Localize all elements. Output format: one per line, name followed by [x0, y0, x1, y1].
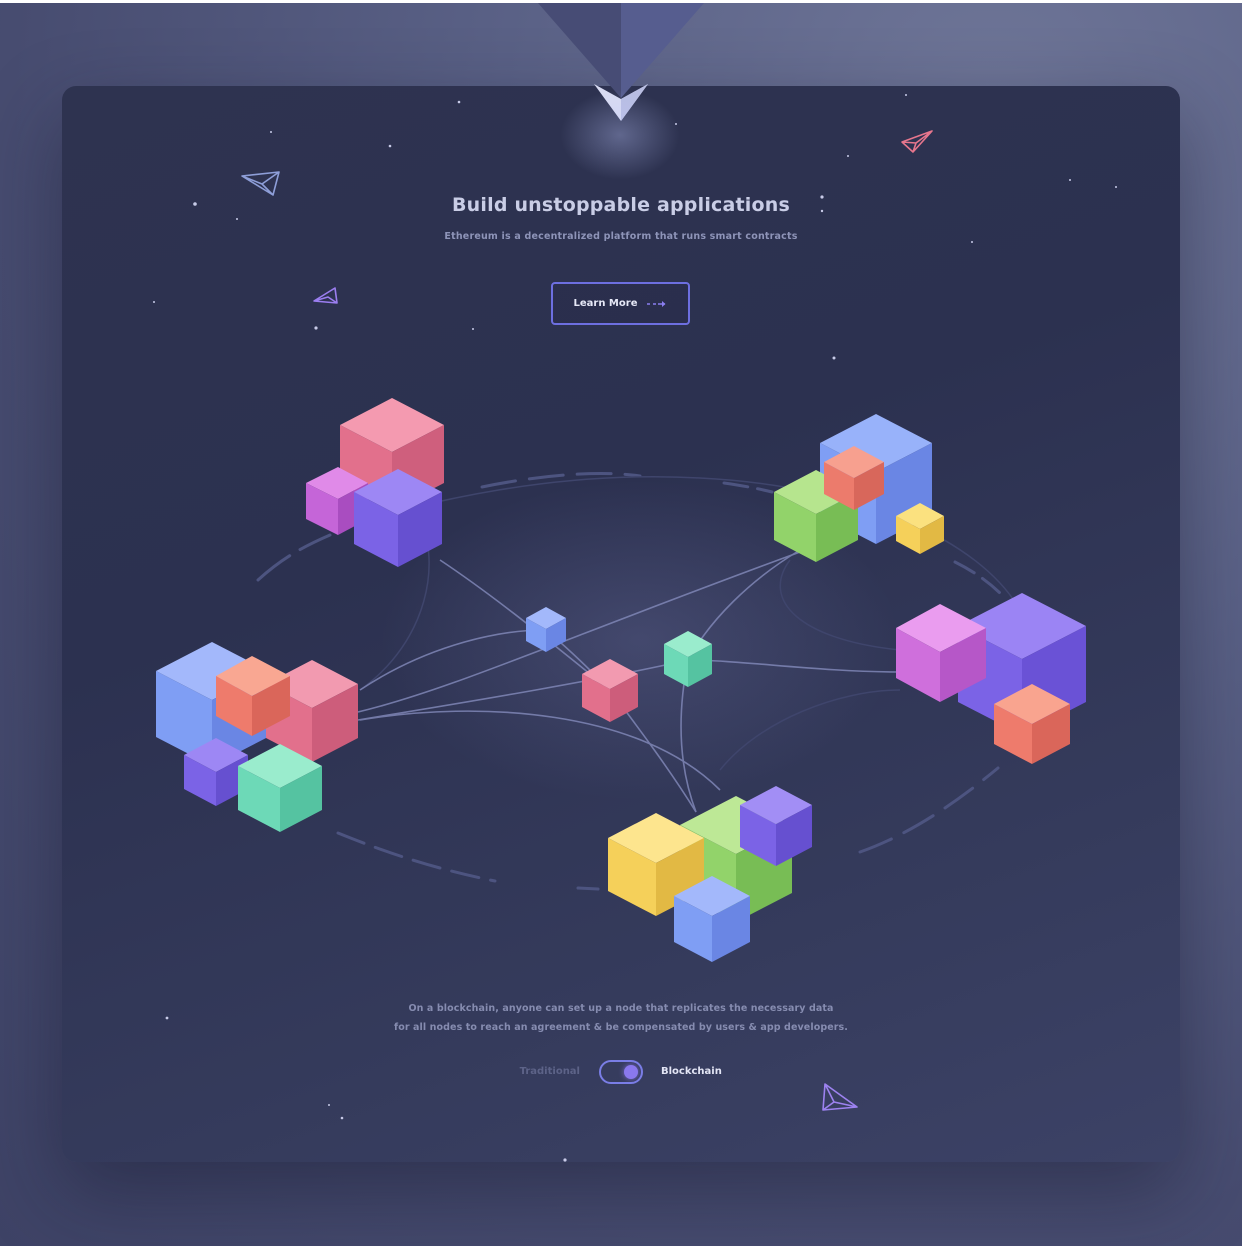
paper-plane-icon: [241, 171, 280, 196]
arrow-right-icon: [647, 300, 666, 307]
description-text: On a blockchain, anyone can set up a nod…: [0, 1000, 1242, 1037]
description-line-2: for all nodes to reach an agreement & be…: [393, 1021, 849, 1033]
logo-glow: [560, 90, 680, 180]
paper-plane-icon: [901, 130, 933, 153]
toggle-label-traditional[interactable]: Traditional: [480, 1066, 580, 1077]
description-line-1: On a blockchain, anyone can set up a nod…: [408, 1003, 834, 1014]
cube-cluster-left: [156, 642, 358, 832]
paper-plane-icon: [313, 287, 338, 304]
learn-more-label: Learn More: [573, 298, 638, 309]
mode-toggle: Traditional Blockchain: [0, 1059, 1242, 1086]
cube-cluster-right: [896, 593, 1086, 764]
paper-plane-icon: [822, 1083, 858, 1111]
cube-cluster-bottom: [608, 786, 812, 962]
learn-more-button[interactable]: Learn More: [551, 282, 690, 325]
traditional-blockchain-switch[interactable]: [599, 1060, 643, 1084]
toggle-label-blockchain[interactable]: Blockchain: [661, 1066, 781, 1077]
page-subtitle: Ethereum is a decentralized platform tha…: [444, 231, 798, 242]
page-title: Build unstoppable applications: [452, 194, 790, 216]
switch-knob: [624, 1065, 638, 1079]
cube-cluster-top-left: [306, 398, 444, 567]
cube-cluster-top-right: [774, 414, 944, 562]
